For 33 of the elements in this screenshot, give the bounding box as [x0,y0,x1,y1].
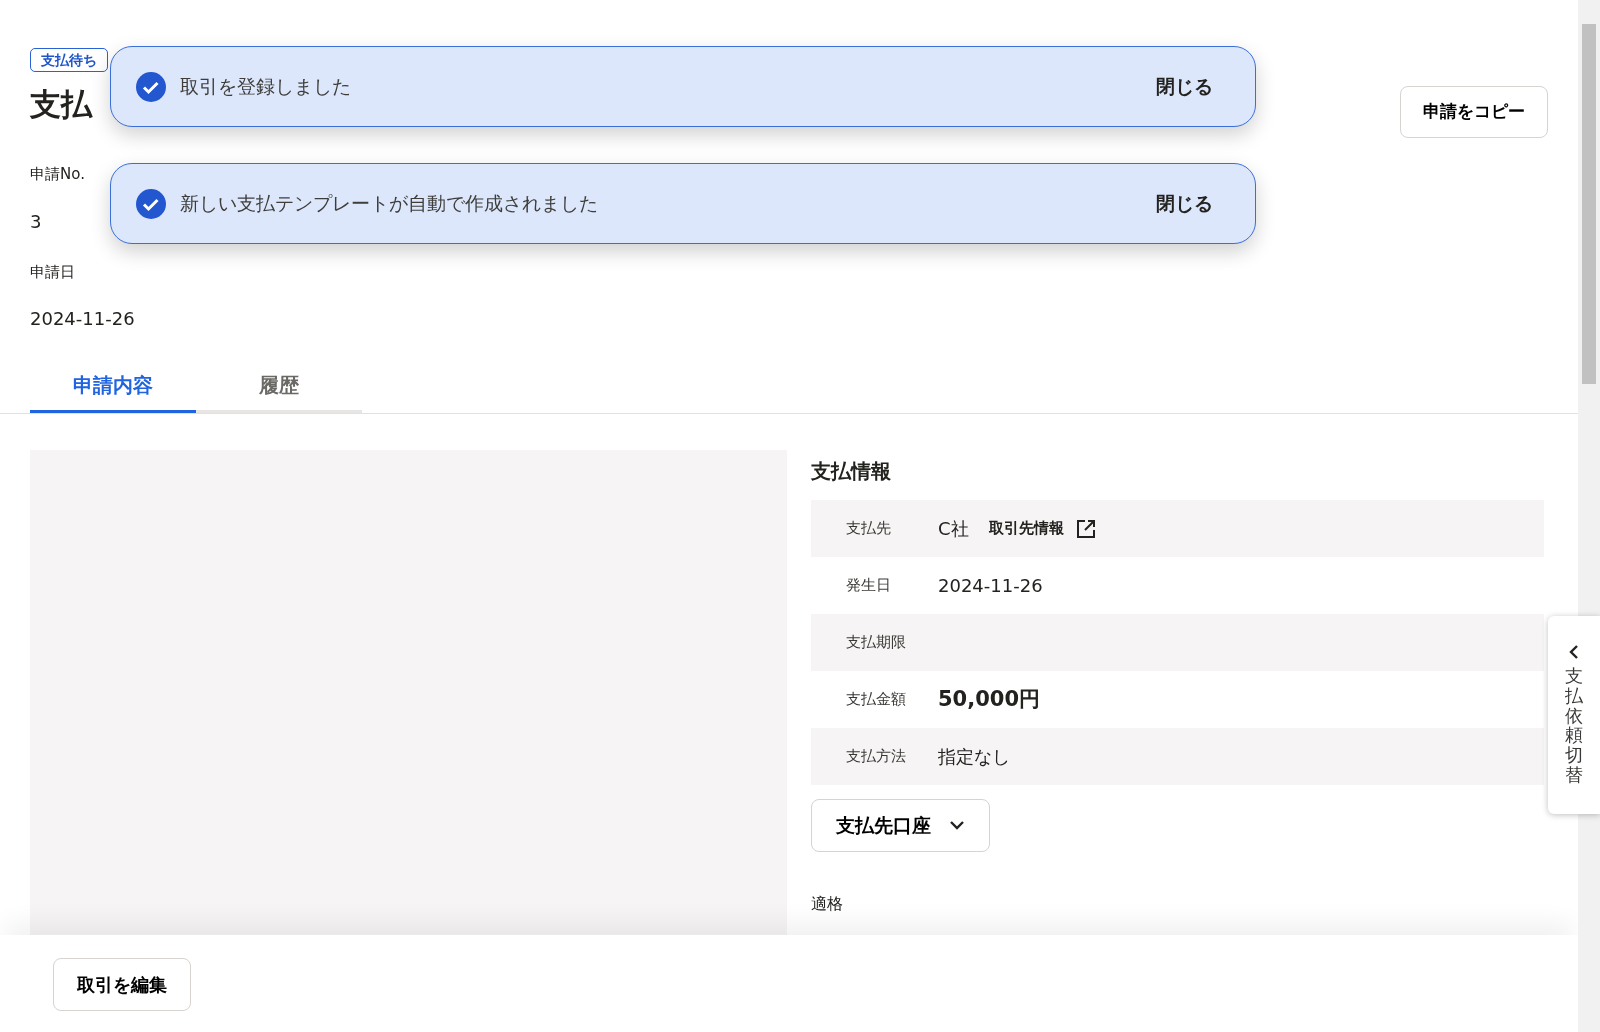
field-value: 2024-11-26 [938,574,1043,599]
close-button[interactable]: 閉じる [1150,71,1219,102]
vendor-info-link[interactable]: 取引先情報 [988,517,1096,540]
side-tab[interactable]: 支払依頼切替 [1548,616,1600,814]
field-label: 適格 [811,892,844,915]
field-label: 支払金額 [846,689,907,711]
field-label: 申請日 [30,261,76,283]
field-label: 申請No. [30,164,86,186]
account-toggle[interactable]: 支払先口座 [811,799,990,852]
status-badge: 支払待ち [30,48,108,72]
field-label: 支払方法 [846,746,907,768]
field-label: 支払先 [846,518,892,540]
field-value: 3 [30,209,43,234]
field-label: 発生日 [846,575,892,597]
close-button[interactable]: 閉じる [1150,188,1219,219]
field-value: 2024-11-26 [30,307,135,332]
check-circle-icon [136,188,166,219]
field-value: C社 [938,517,969,542]
chevron-left-icon [1568,644,1580,660]
check-circle-icon [136,71,166,102]
section-heading: 支払情報 [811,458,892,486]
tab[interactable]: 申請内容 [30,362,196,414]
edit-button[interactable]: 取引を編集 [53,958,191,1011]
external-link-icon [1075,518,1096,539]
toast-message: 新しい支払テンプレートが自動で作成されました [180,191,599,217]
field-value: 50,000円 [938,685,1041,713]
copy-request-button[interactable]: 申請をコピー [1400,86,1548,138]
toast-message: 取引を登録しました [180,74,352,100]
tab[interactable]: 履歴 [196,362,362,414]
scrollbar-thumb[interactable] [1582,24,1596,384]
field-value: 指定なし [938,745,1010,770]
field-label: 支払期限 [846,632,907,654]
page-title: 支払 [30,86,94,124]
